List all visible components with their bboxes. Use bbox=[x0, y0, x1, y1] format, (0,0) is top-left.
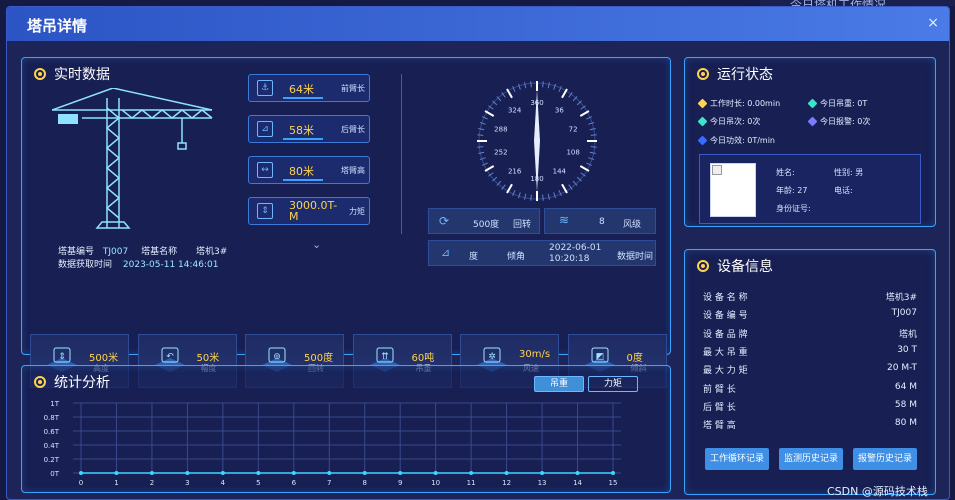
status-panel: 运行状态 工作时长: 0.00min 今日吊重: 0T 今日吊次: 0次 今日报… bbox=[684, 57, 936, 227]
chart-point bbox=[220, 471, 225, 475]
x-tick-label: 11 bbox=[467, 479, 476, 487]
device-row-value: TJ007 bbox=[891, 308, 917, 319]
chart-point bbox=[185, 471, 190, 475]
x-tick-label: 7 bbox=[327, 479, 331, 487]
operator-card: 姓名: 性别: 男 年龄: 27 电话: 身份证号: bbox=[699, 154, 921, 224]
x-tick-label: 14 bbox=[573, 479, 582, 487]
hexagon-icon bbox=[697, 135, 708, 146]
operator-name: 姓名: bbox=[776, 168, 795, 177]
x-tick-label: 3 bbox=[185, 479, 189, 487]
operator-age: 年龄: 27 bbox=[776, 186, 808, 195]
chart-point bbox=[256, 471, 261, 475]
x-tick-label: 2 bbox=[150, 479, 154, 487]
y-tick-label: 0.6T bbox=[44, 428, 60, 436]
x-tick-label: 5 bbox=[256, 479, 260, 487]
device-row-label: 最 大 力 矩 bbox=[703, 366, 748, 377]
device-row-value: 塔机 bbox=[898, 329, 917, 340]
device-row-label: 最 大 吊 重 bbox=[703, 347, 748, 358]
device-row-label: 塔 臂 高 bbox=[703, 421, 736, 432]
hexagon-icon bbox=[697, 116, 708, 127]
operator-id: 身份证号: bbox=[776, 204, 811, 213]
device-row-label: 后 臂 长 bbox=[703, 402, 736, 413]
x-tick-label: 15 bbox=[609, 479, 618, 487]
chart-point bbox=[362, 471, 367, 475]
chart-point bbox=[398, 471, 403, 475]
device-title: 设备信息 bbox=[697, 256, 773, 276]
chart-point bbox=[611, 471, 615, 475]
status-today-weight: 今日吊重: 0T bbox=[807, 98, 867, 109]
y-tick-label: 0.4T bbox=[44, 442, 60, 450]
y-tick-label: 0.2T bbox=[44, 456, 60, 464]
operator-photo bbox=[710, 163, 756, 217]
x-tick-label: 1 bbox=[114, 479, 118, 487]
status-today-efficiency: 今日功效: 0T/min bbox=[697, 135, 775, 146]
device-row-label: 前 臂 长 bbox=[703, 384, 736, 395]
x-tick-label: 4 bbox=[221, 479, 226, 487]
x-tick-label: 8 bbox=[362, 479, 366, 487]
status-work-duration: 工作时长: 0.00min bbox=[697, 98, 780, 109]
alarm-history-button[interactable]: 报警历史记录 bbox=[853, 448, 917, 470]
x-tick-label: 13 bbox=[538, 479, 547, 487]
x-tick-label: 12 bbox=[502, 479, 511, 487]
device-row-value: 64 M bbox=[894, 381, 917, 392]
device-row-label: 设 备 编 号 bbox=[703, 311, 748, 322]
chart-point bbox=[327, 471, 332, 475]
y-tick-label: 0T bbox=[50, 470, 59, 478]
status-today-alarms: 今日报警: 0次 bbox=[807, 116, 870, 127]
title-dot-icon bbox=[697, 260, 709, 272]
device-row-value: 塔机3# bbox=[885, 293, 917, 303]
device-row-value: 30 T bbox=[897, 344, 917, 355]
chart-point bbox=[433, 471, 438, 475]
device-row-value: 58 M bbox=[894, 399, 917, 410]
crane-detail-modal: 塔吊详情 × 实时数据 塔基编号 TJ007 塔基名称 塔机3# 数据获取时间 … bbox=[6, 6, 950, 500]
status-today-lifts: 今日吊次: 0次 bbox=[697, 116, 760, 127]
watermark: CSDN @源码技术栈 bbox=[827, 485, 928, 498]
chart-point bbox=[469, 471, 474, 475]
chart-point bbox=[291, 471, 296, 475]
chart-point bbox=[575, 471, 580, 475]
y-tick-label: 1T bbox=[50, 400, 59, 408]
device-panel: 设备信息 设 备 名 称 塔机3# 设 备 编 号 TJ007 设 备 品 牌 塔机最 大… bbox=[684, 249, 936, 495]
x-tick-label: 9 bbox=[398, 479, 402, 487]
device-row-label: 设 备 品 牌 bbox=[703, 329, 748, 340]
chart-point bbox=[149, 471, 154, 475]
status-title: 运行状态 bbox=[697, 64, 773, 84]
chart-point bbox=[504, 471, 509, 475]
work-cycle-record-button[interactable]: 工作循环记录 bbox=[705, 448, 769, 470]
device-row-label: 设 备 名 称 bbox=[703, 293, 748, 303]
chart-point bbox=[114, 471, 119, 475]
x-tick-label: 10 bbox=[431, 479, 440, 487]
device-row-value: 20 M-T bbox=[887, 363, 917, 374]
title-dot-icon bbox=[697, 68, 709, 80]
operator-phone: 电话: bbox=[834, 186, 853, 195]
monitor-history-button[interactable]: 监测历史记录 bbox=[779, 448, 843, 470]
y-tick-label: 0.8T bbox=[44, 414, 60, 422]
hexagon-icon bbox=[697, 98, 708, 109]
chart-point bbox=[79, 471, 83, 475]
operator-gender: 性别: 男 bbox=[834, 168, 864, 177]
device-row-value: 80 M bbox=[894, 418, 917, 429]
hexagon-icon bbox=[807, 98, 818, 109]
chart-point bbox=[540, 471, 545, 475]
x-tick-label: 6 bbox=[292, 479, 297, 487]
x-tick-label: 0 bbox=[79, 479, 83, 487]
hexagon-icon bbox=[807, 116, 818, 127]
